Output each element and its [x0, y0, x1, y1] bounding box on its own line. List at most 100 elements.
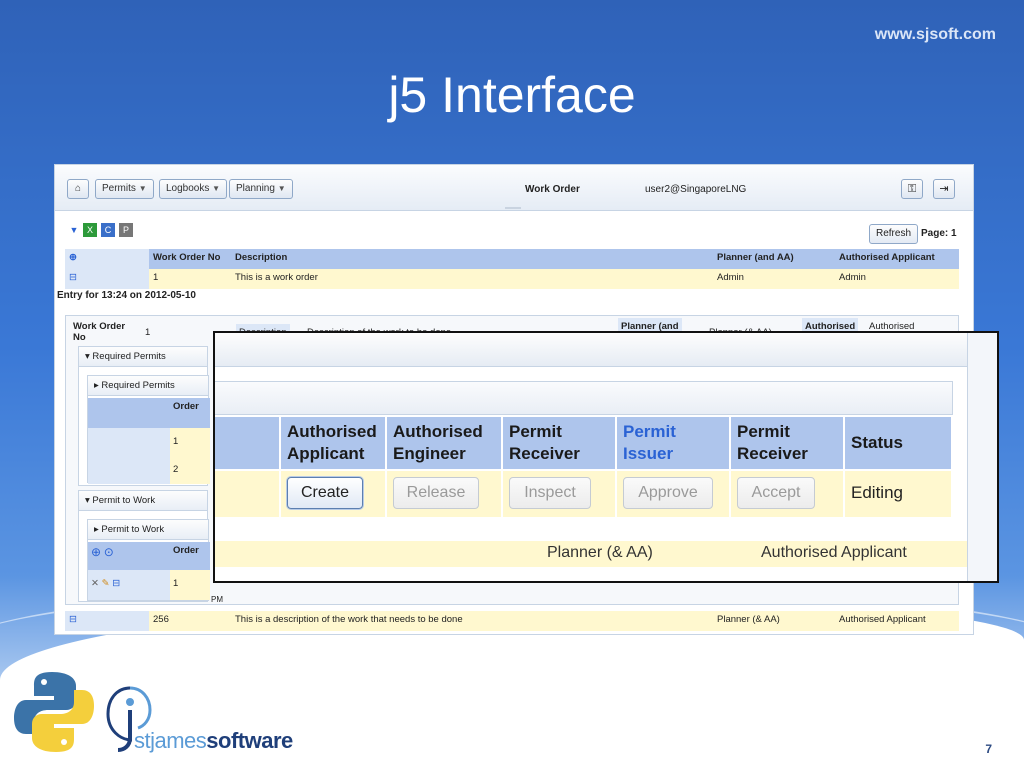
- refresh-button[interactable]: Refresh: [869, 224, 919, 244]
- required-permit-order: 1: [170, 428, 210, 456]
- edit-icon[interactable]: ✎: [102, 578, 110, 589]
- key-icon: ⚿: [907, 183, 917, 195]
- zoom-blank-cell: [215, 471, 279, 517]
- cell-work-order: 256: [149, 611, 231, 631]
- stjames-software-wordmark: stjamessoftware: [134, 728, 293, 753]
- zoom-planner-value: Planner (& AA): [547, 544, 653, 561]
- wrench-icon[interactable]: ✕: [91, 578, 99, 589]
- header-permit-issuer: Permit Issuer: [617, 417, 729, 469]
- permits-menu[interactable]: Permits ▼: [95, 179, 154, 199]
- add-row-cell: ⊕: [65, 249, 149, 269]
- detail-wo-value: 1: [145, 327, 151, 338]
- chevron-down-icon: ▼: [277, 184, 286, 193]
- permit-to-work-subheader[interactable]: ▸ Permit to Work: [88, 520, 208, 540]
- header-permit-receiver: Permit Receiver: [503, 417, 615, 469]
- page-indicator: Page: 1: [921, 228, 957, 239]
- csv-export-icon[interactable]: C: [101, 223, 115, 237]
- zoom-title-bar: [215, 333, 967, 367]
- cell-authorised-applicant: Admin: [835, 269, 959, 289]
- cell-work-order: 1: [149, 269, 231, 289]
- app-topbar: ⌂ Permits ▼ Logbooks ▼ Planning ▼ Work O…: [55, 165, 973, 211]
- zoom-blank-header: [215, 417, 279, 469]
- status-cell: Editing: [845, 471, 951, 517]
- cell-description: This is a work order: [231, 269, 713, 289]
- create-cell: Create: [281, 471, 385, 517]
- col-header-work-order[interactable]: Work Order No: [149, 249, 231, 269]
- permit-to-work-header[interactable]: ▾ Permit to Work: [79, 491, 207, 511]
- cell-authorised-applicant: Authorised Applicant: [835, 611, 959, 631]
- collapse-icon[interactable]: ⊟: [69, 272, 77, 283]
- expand-cell: ⊟: [65, 269, 149, 289]
- header-status: Status: [845, 417, 951, 469]
- header-authorised-engineer: Authorised Engineer: [387, 417, 501, 469]
- site-url: www.sjsoft.com: [874, 26, 996, 43]
- required-permits-subheader[interactable]: ▸ Required Permits: [88, 376, 208, 396]
- col-header-authorised-applicant[interactable]: Authorised Applicant: [835, 249, 959, 269]
- copy-icon[interactable]: ⊙: [104, 545, 114, 559]
- chevron-down-icon: ▼: [212, 184, 221, 193]
- required-permit-order: 2: [170, 456, 210, 484]
- col-header-planner[interactable]: Planner (and AA): [713, 249, 835, 269]
- zoom-subheader-strip: [215, 381, 953, 415]
- view-title: Work Order: [525, 184, 580, 195]
- slide-title: j5 Interface: [388, 67, 636, 123]
- status-value: Editing: [851, 483, 903, 502]
- current-user: user2@SingaporeLNG: [645, 184, 747, 195]
- logout-button[interactable]: ⇥: [933, 179, 955, 199]
- required-permits-subsection: ▸ Required Permits Order 1 2: [87, 375, 210, 484]
- print-icon[interactable]: P: [119, 223, 133, 237]
- detail-wo-label: Work Order No: [73, 321, 126, 343]
- ptw-row-actions: ✕ ✎ ⊟: [88, 570, 170, 600]
- header-permit-receiver-2: Permit Receiver: [731, 417, 843, 469]
- collapse-icon[interactable]: ⊟: [112, 578, 120, 589]
- collapse-icon[interactable]: ⊟: [69, 614, 77, 625]
- page-number: 7: [985, 742, 992, 756]
- accept-cell: Accept: [731, 471, 843, 517]
- approve-button[interactable]: Approve: [623, 477, 713, 509]
- python-logo-icon: [14, 672, 94, 752]
- ptw-action-header: ⊕ ⊙: [88, 542, 170, 570]
- grid-toolbar: ▼ X C P Refresh Page: 1: [55, 221, 973, 244]
- logout-icon: ⇥: [939, 183, 949, 195]
- add-circle-icon[interactable]: ⊕: [69, 252, 77, 263]
- zoom-aa-value: Authorised Applicant: [761, 544, 907, 561]
- splitter-handle[interactable]: [505, 207, 521, 209]
- required-permit-row-blank: [88, 428, 170, 456]
- release-cell: Release: [387, 471, 501, 517]
- filter-icon[interactable]: ▼: [67, 223, 81, 237]
- approve-cell: Approve: [617, 471, 729, 517]
- ptw-row-order: 1: [170, 570, 210, 600]
- home-icon: ⌂: [74, 183, 82, 194]
- cell-planner: Planner (& AA): [713, 611, 835, 631]
- chevron-down-icon: ▼: [138, 184, 147, 193]
- add-circle-icon[interactable]: ⊕: [91, 545, 101, 559]
- home-button[interactable]: ⌂: [67, 179, 89, 199]
- col-header-description[interactable]: Description: [231, 249, 713, 269]
- planning-menu[interactable]: Planning ▼: [229, 179, 293, 199]
- permit-to-work-section: ▾ Permit to Work ▸ Permit to Work ⊕ ⊙ Or…: [78, 490, 210, 602]
- zoom-bottom-row: Planner (& AA) Authorised Applicant: [215, 541, 967, 567]
- expand-cell: ⊟: [65, 611, 149, 631]
- zoom-callout: Authorised Applicant Authorised Engineer…: [213, 331, 999, 583]
- entry-label: Entry for 13:24 on 2012-05-10: [57, 290, 196, 301]
- excel-export-icon[interactable]: X: [83, 223, 97, 237]
- table-row[interactable]: ⊟ 1 This is a work order Admin Admin: [65, 269, 959, 289]
- order-blank-header: [88, 398, 170, 428]
- ptw-order-header: Order: [170, 542, 210, 570]
- inspect-cell: Inspect: [503, 471, 615, 517]
- cell-description: This is a description of the work that n…: [231, 611, 713, 631]
- table-row[interactable]: ⊟ 256 This is a description of the work …: [65, 611, 959, 631]
- release-button[interactable]: Release: [393, 477, 479, 509]
- create-button[interactable]: Create: [287, 477, 363, 509]
- inspect-button[interactable]: Inspect: [509, 477, 591, 509]
- accept-button[interactable]: Accept: [737, 477, 815, 509]
- logbooks-menu[interactable]: Logbooks ▼: [159, 179, 228, 199]
- settings-button[interactable]: ⚿: [901, 179, 923, 199]
- required-permits-header[interactable]: ▾ Required Permits: [79, 347, 207, 367]
- required-permits-section: ▾ Required Permits ▸ Required Permits Or…: [78, 346, 210, 486]
- cell-planner: Admin: [713, 269, 835, 289]
- header-authorised-applicant: Authorised Applicant: [281, 417, 385, 469]
- zoom-scroll-edge: [967, 333, 997, 581]
- permit-to-work-subsection: ▸ Permit to Work ⊕ ⊙ Order ✕ ✎ ⊟ 1: [87, 519, 210, 601]
- order-header: Order: [170, 398, 210, 428]
